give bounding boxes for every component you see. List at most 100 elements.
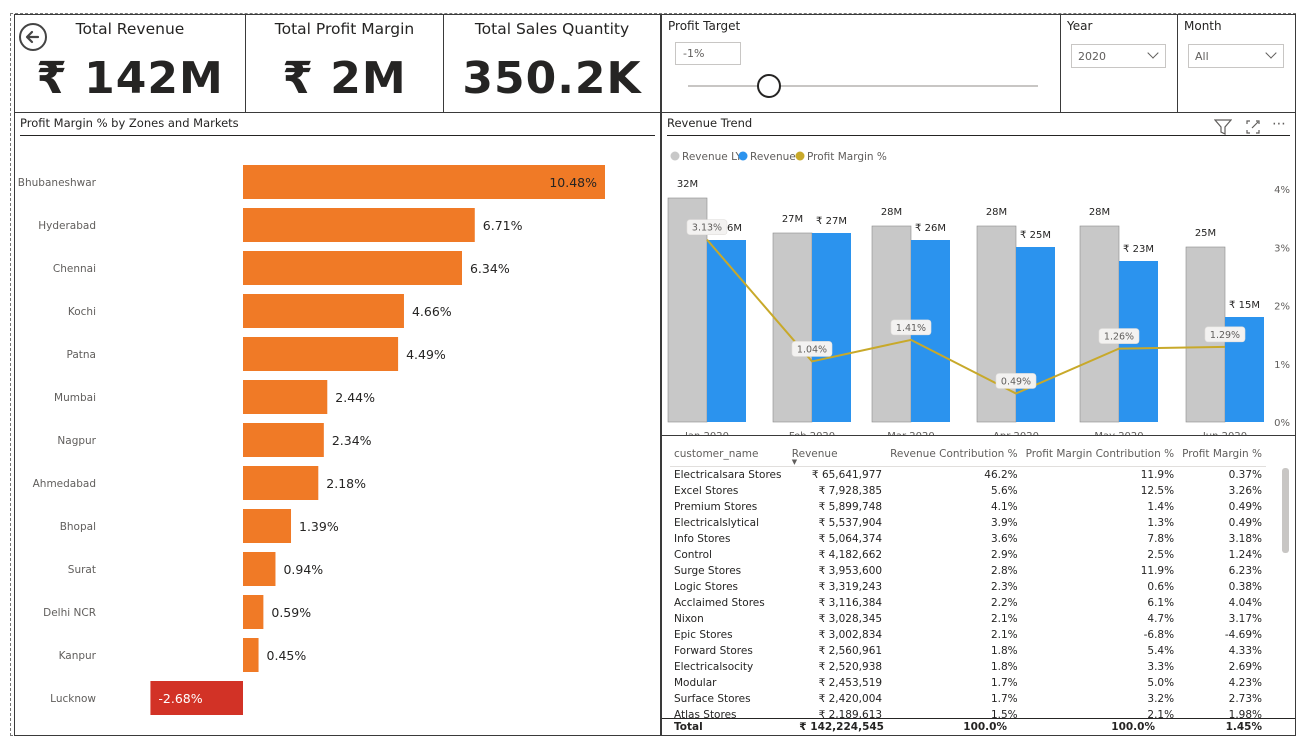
revenue-contribution-cell: 1.7% (990, 677, 1018, 689)
table-row[interactable]: Forward Stores ₹ 2,560,961 1.8% 5.4% 4.33% (670, 643, 1266, 659)
profit-margin-contribution-cell: 0.6% (1147, 581, 1175, 593)
revenue-contribution-cell: 2.2% (990, 597, 1018, 609)
profit-margin-cell: -4.69% (1224, 629, 1262, 641)
table-row[interactable]: Logic Stores ₹ 3,319,243 2.3% 0.6% 0.38% (670, 579, 1266, 595)
table-scrollbar[interactable] (1282, 468, 1289, 553)
legend-label: Revenue LY (682, 151, 743, 163)
customer-name-cell: Acclaimed Stores (674, 597, 765, 609)
revenue-ly-label: 28M (881, 207, 902, 218)
profit-margin-contribution-cell: 3.3% (1147, 661, 1175, 673)
revenue-ly-bar (772, 232, 813, 423)
profit-margin-contribution-cell: 6.1% (1147, 597, 1175, 609)
table-row[interactable]: Acclaimed Stores ₹ 3,116,384 2.2% 6.1% 4.04% (670, 595, 1266, 611)
profit-margin-label: 1.04% (797, 344, 827, 355)
bar (243, 251, 462, 285)
revenue-ly-bar (1079, 225, 1120, 423)
category-label: Kochi (68, 306, 96, 318)
category-label: Ahmedabad (33, 478, 96, 490)
data-label: 4.66% (412, 304, 452, 319)
bar (243, 337, 399, 371)
revenue-ly-label: 27M (782, 214, 803, 225)
customer-name-cell: Surge Stores (674, 565, 742, 577)
profit-margin-contribution-cell: -6.8% (1143, 629, 1175, 641)
revenue-cell: ₹ 2,420,004 (818, 693, 883, 705)
kpi-card-total-sales-quantity: Total Sales Quantity 350.2K (443, 14, 661, 113)
kpi-card-total-revenue: Total Revenue ₹ 142M (14, 14, 246, 113)
table-total-row: Total ₹ 142,224,545 100.0% 100.0% 1.45% (662, 718, 1295, 735)
revenue-contribution-cell: 4.1% (990, 501, 1018, 513)
category-label: Lucknow (50, 693, 96, 705)
slicer-title: Year (1067, 19, 1093, 33)
customer-name-cell: Surface Stores (674, 693, 751, 705)
legend-marker (738, 151, 748, 161)
data-label: 0.45% (267, 648, 307, 663)
filter-icon[interactable] (1214, 119, 1232, 135)
revenue-contribution-cell: 1.8% (990, 661, 1018, 673)
profit-margin-label: 0.49% (1001, 376, 1031, 387)
revenue-ly-label: 25M (1195, 228, 1216, 239)
table-row[interactable]: Info Stores ₹ 5,064,374 3.6% 7.8% 3.18% (670, 531, 1266, 547)
month-dropdown[interactable]: All (1188, 44, 1284, 68)
revenue-bar (812, 233, 851, 422)
table-row[interactable]: Nixon ₹ 3,028,345 2.1% 4.7% 3.17% (670, 611, 1266, 627)
category-label: Hyderabad (38, 220, 96, 232)
customer-name-cell: Control (674, 549, 712, 561)
profit-margin-contribution-cell: 5.0% (1147, 677, 1175, 689)
profit-margin-contribution-cell: 1.4% (1147, 501, 1175, 513)
table-row[interactable]: Surge Stores ₹ 3,953,600 2.8% 11.9% 6.23% (670, 563, 1266, 579)
table-row[interactable]: Epic Stores ₹ 3,002,834 2.1% -6.8% -4.69% (670, 627, 1266, 643)
column-header[interactable]: Profit Margin Contribution % (1021, 442, 1179, 467)
revenue-trend-visual: Revenue Trend ⋯ Revenue LY Revenue Profit … (661, 112, 1296, 436)
table-row[interactable]: Electricalsara Stores ₹ 65,641,977 46.2% 11… (670, 467, 1266, 484)
revenue-contribution-cell: 46.2% (984, 469, 1018, 481)
legend-marker (795, 151, 805, 161)
table-row[interactable]: Premium Stores ₹ 5,899,748 4.1% 1.4% 0.49% (670, 499, 1266, 515)
column-header[interactable]: Revenue Contribution % (886, 442, 1022, 467)
data-label: 6.71% (483, 218, 523, 233)
column-header[interactable]: Profit Margin % (1178, 442, 1266, 467)
profit-margin-contribution-cell: 5.4% (1147, 645, 1175, 657)
profit-margin-cell: 6.23% (1228, 565, 1262, 577)
profit-margin-cell: 0.38% (1228, 581, 1262, 593)
more-options-icon[interactable]: ⋯ (1272, 116, 1287, 132)
profit-target-slider-track[interactable] (688, 85, 1038, 87)
profit-margin-label: 1.41% (896, 323, 926, 334)
table-row[interactable]: Control ₹ 4,182,662 2.9% 2.5% 1.24% (670, 547, 1266, 563)
data-label: 0.94% (283, 562, 323, 577)
column-header[interactable]: customer_name (670, 442, 788, 467)
profit-target-input[interactable]: -1% (675, 42, 741, 65)
revenue-trend-chart: Revenue LY Revenue Profit Margin % 4% 3% 2% 1%… (667, 151, 1290, 435)
table-row[interactable]: Excel Stores ₹ 7,928,385 5.6% 12.5% 3.26% (670, 483, 1266, 499)
data-label: -2.68% (158, 691, 202, 706)
table-header-row: customer_name Revenue ▼ Revenue Contribut… (670, 442, 1266, 467)
visual-title: Profit Margin % by Zones and Markets (20, 116, 239, 130)
right-axis-tick: 2% (1274, 302, 1290, 313)
revenue-contribution-cell: 2.3% (990, 581, 1018, 593)
total-revenue-contribution: 100.0% (963, 721, 1007, 733)
profit-target-slider-thumb[interactable] (756, 74, 781, 98)
revenue-cell: ₹ 3,953,600 (818, 565, 883, 577)
data-label: 1.39% (299, 519, 339, 534)
revenue-contribution-cell: 2.1% (990, 629, 1018, 641)
table-row[interactable]: Electricalslytical ₹ 5,537,904 3.9% 1.3% 0.4… (670, 515, 1266, 531)
revenue-contribution-cell: 1.7% (990, 693, 1018, 705)
revenue-cell: ₹ 2,560,961 (818, 645, 883, 657)
profit-margin-cell: 4.04% (1228, 597, 1262, 609)
revenue-bar (1016, 247, 1055, 422)
profit-margin-cell: 2.69% (1228, 661, 1262, 673)
profit-margin-cell: 3.17% (1228, 613, 1262, 625)
kpi-value: ₹ 2M (282, 53, 407, 104)
table-row[interactable]: Modular ₹ 2,453,519 1.7% 5.0% 4.23% (670, 675, 1266, 691)
profit-margin-cell: 1.24% (1228, 549, 1262, 561)
focus-mode-icon[interactable] (1245, 119, 1261, 135)
total-label: Total (674, 721, 703, 733)
right-axis-tick: 1% (1274, 360, 1290, 371)
year-dropdown[interactable]: 2020 (1071, 44, 1166, 68)
table-row[interactable]: Electricalsocity ₹ 2,520,938 1.8% 3.3% 2.69% (670, 659, 1266, 675)
table-row[interactable]: Surface Stores ₹ 2,420,004 1.7% 3.2% 2.73% (670, 691, 1266, 707)
bar (243, 294, 404, 328)
column-header-label: Revenue (791, 448, 838, 460)
column-header-sorted[interactable]: Revenue ▼ (787, 442, 887, 467)
bar (243, 380, 328, 414)
profit-margin-contribution-cell: 11.9% (1140, 469, 1175, 481)
